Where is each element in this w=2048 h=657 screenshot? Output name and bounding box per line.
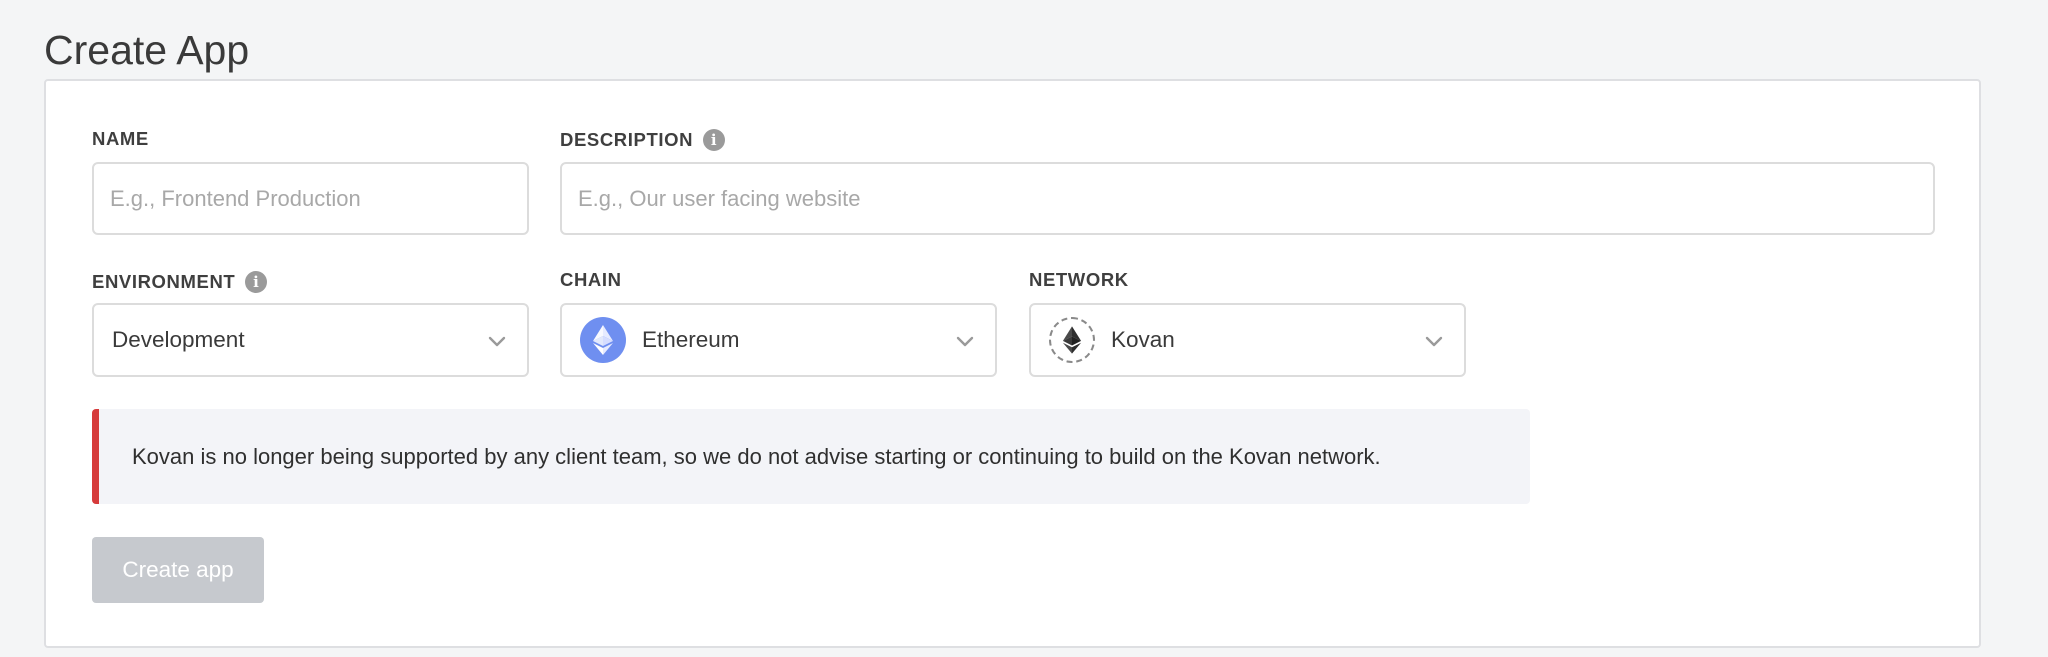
chevron-down-icon bbox=[956, 336, 974, 347]
chain-label: CHAIN bbox=[560, 269, 622, 290]
network-label-text: NETWORK bbox=[1029, 269, 1129, 290]
network-select[interactable]: Kovan bbox=[1029, 303, 1466, 377]
environment-select[interactable]: Development bbox=[92, 303, 529, 377]
alert-message: Kovan is no longer being supported by an… bbox=[132, 443, 1381, 469]
create-app-button[interactable]: Create app bbox=[92, 537, 264, 603]
environment-selected-value: Development bbox=[112, 327, 245, 352]
description-label-text: DESCRIPTION bbox=[560, 128, 694, 150]
name-input[interactable] bbox=[92, 162, 529, 235]
description-input[interactable] bbox=[560, 162, 1935, 235]
environment-label: ENVIRONMENT i bbox=[92, 270, 268, 293]
page-title: Create App bbox=[44, 27, 250, 73]
network-selected-value: Kovan bbox=[1111, 327, 1175, 352]
kovan-ethereum-icon bbox=[1049, 317, 1095, 363]
network-label: NETWORK bbox=[1029, 269, 1129, 290]
chevron-down-icon bbox=[1425, 336, 1443, 347]
chain-selected-value: Ethereum bbox=[642, 327, 740, 352]
ethereum-icon bbox=[580, 317, 626, 363]
description-label: DESCRIPTION i bbox=[560, 128, 726, 151]
chain-label-text: CHAIN bbox=[560, 269, 622, 290]
chain-select[interactable]: Ethereum bbox=[560, 303, 997, 377]
name-label-text: NAME bbox=[92, 128, 149, 149]
environment-label-text: ENVIRONMENT bbox=[92, 270, 236, 292]
kovan-deprecation-alert: Kovan is no longer being supported by an… bbox=[92, 409, 1530, 504]
name-label: NAME bbox=[92, 128, 149, 149]
create-app-form-card: NAME DESCRIPTION i ENVIRONMENT i Develop… bbox=[44, 79, 1981, 648]
chevron-down-icon bbox=[488, 336, 506, 347]
info-icon[interactable]: i bbox=[245, 271, 268, 293]
info-icon[interactable]: i bbox=[703, 129, 726, 151]
